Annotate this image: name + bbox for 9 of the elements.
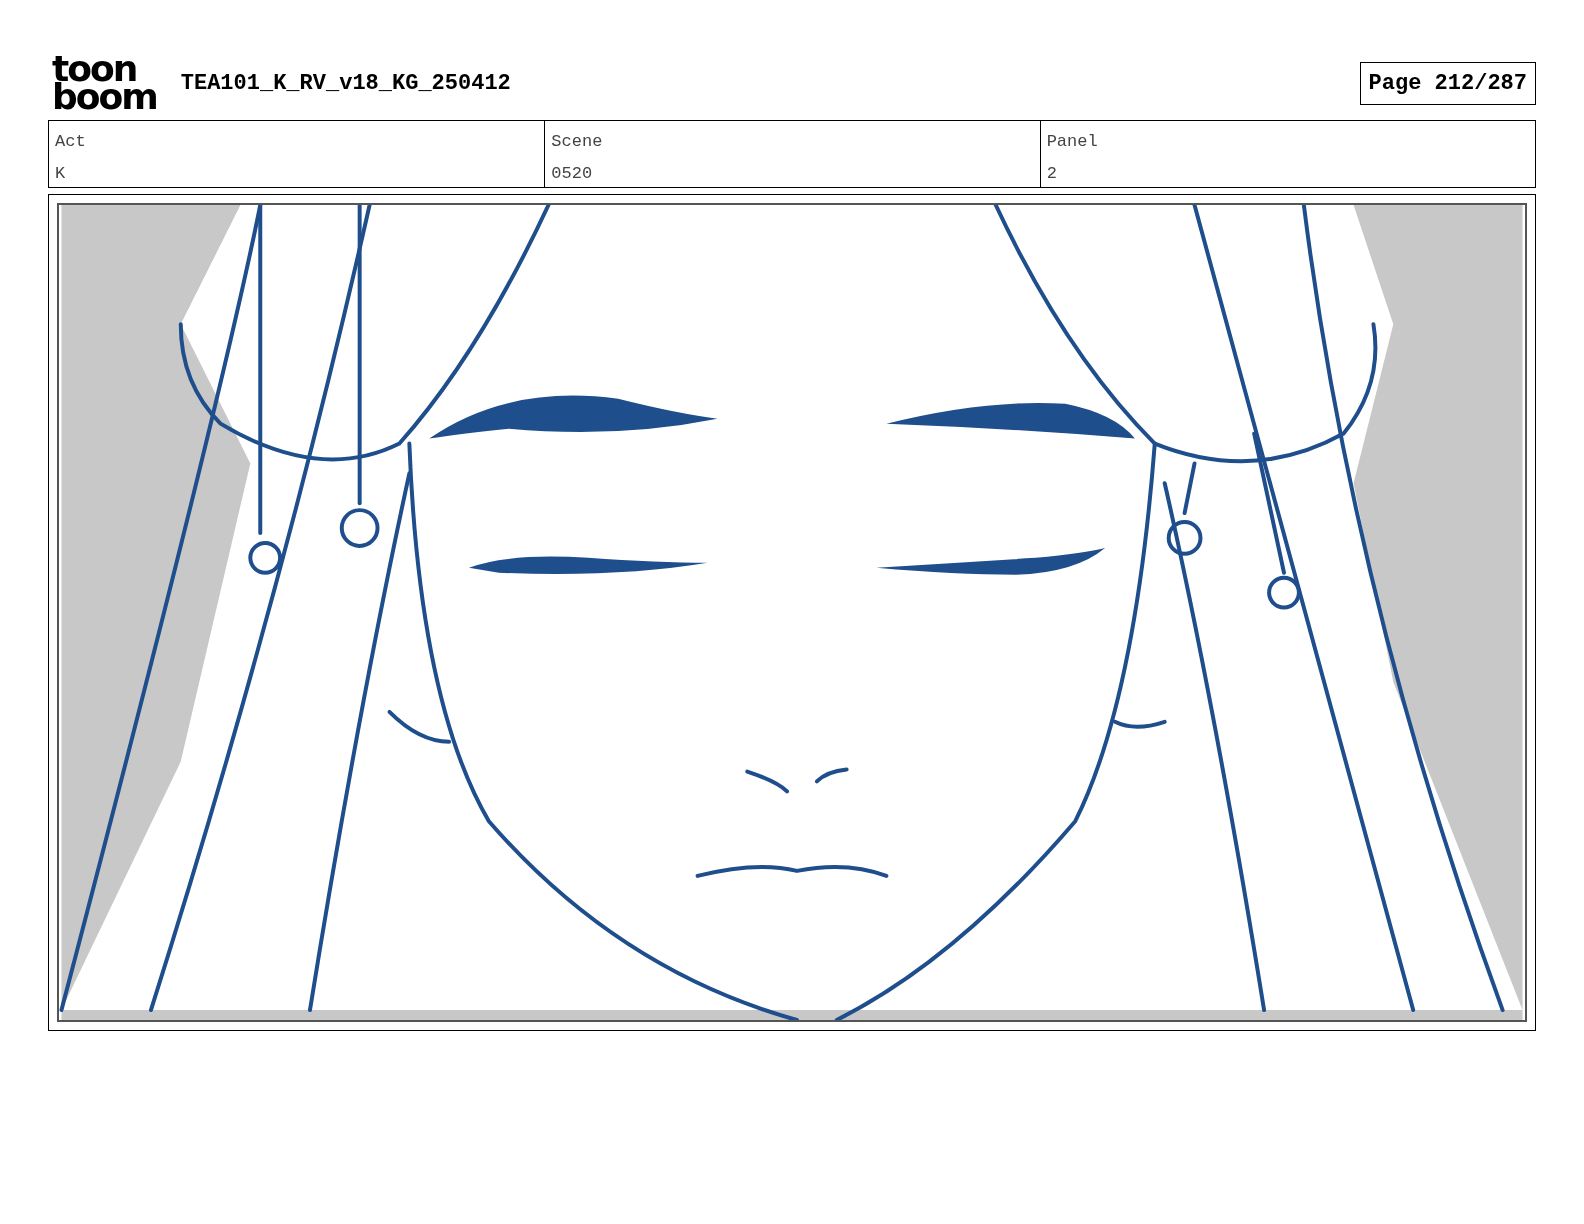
- field-value: 2: [1046, 162, 1058, 185]
- document-title: TEA101_K_RV_v18_KG_250412: [180, 69, 511, 98]
- field-label: Scene: [551, 131, 604, 153]
- field-label: Act: [55, 131, 87, 153]
- field-value: 0520: [551, 162, 594, 185]
- page-number: Page 212/287: [1359, 61, 1536, 105]
- logo: toon boom: [52, 55, 157, 111]
- field-label: Panel: [1046, 131, 1099, 153]
- field-value: K: [55, 162, 67, 185]
